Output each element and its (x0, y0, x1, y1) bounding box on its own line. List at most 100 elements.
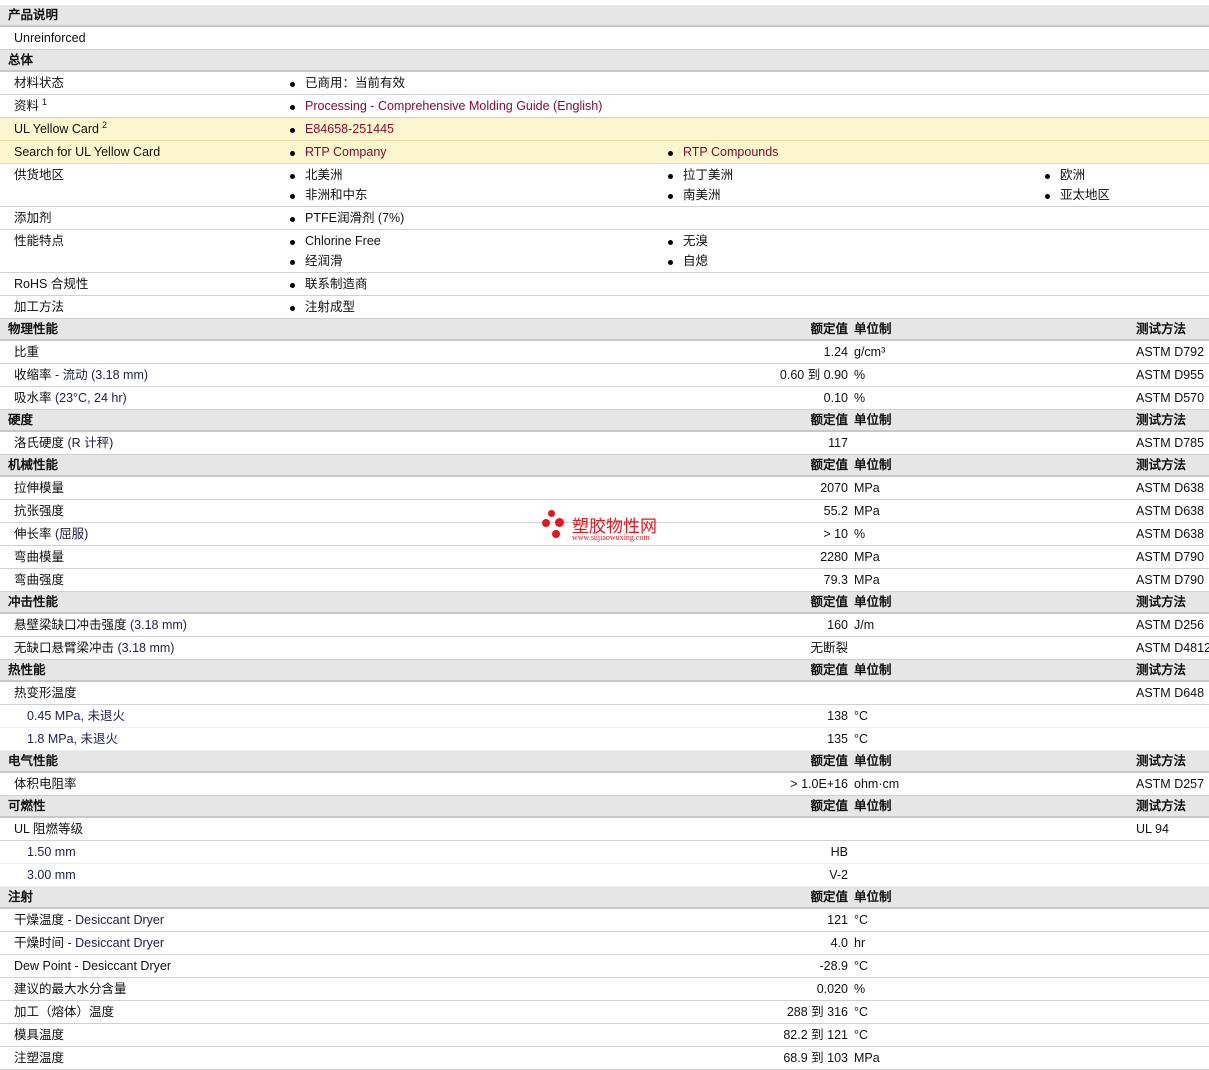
property-value: 4.0 (830, 936, 848, 950)
property-value: 0.10 (823, 391, 848, 405)
property-row: 干燥时间 - Desiccant Dryer 4.0 hr (0, 932, 1209, 955)
list-item: PTFE润滑剂 (7%) (289, 208, 404, 228)
unit-column-header: 单位制 (854, 754, 892, 768)
list-item: 南美洲 (668, 185, 721, 205)
section-header: 注射 额定值 单位制 (0, 887, 1209, 909)
general-row-label: 资料 1 (14, 95, 47, 117)
section-title: 产品说明 (8, 8, 59, 22)
test-method: ASTM D4812 (1136, 641, 1209, 655)
value-column-header: 额定值 (810, 322, 848, 336)
property-unit: MPa (854, 1051, 880, 1065)
property-label: 抗张强度 (14, 500, 64, 522)
property-label: 3.00 mm (27, 864, 76, 886)
property-condition: (23°C, 24 hr) (51, 391, 127, 405)
unit-column-header: 单位制 (854, 890, 892, 904)
general-row-label: 加工方法 (14, 296, 64, 318)
property-unit: °C (854, 732, 869, 746)
property-unit: °C (854, 1005, 869, 1019)
label-text: 资料 (14, 99, 40, 113)
property-row: 1.50 mm HB (0, 841, 1209, 864)
label-text: 供货地区 (14, 168, 65, 182)
label-text: Search for UL Yellow Card (14, 145, 161, 159)
section-title: 电气性能 (8, 754, 59, 768)
property-name: 热变形温度 (14, 686, 77, 700)
link-item[interactable]: Processing - Comprehensive Molding Guide… (289, 96, 602, 116)
test-method: ASTM D785 (1136, 436, 1205, 450)
property-label: 弯曲模量 (14, 546, 64, 568)
property-label: 弯曲强度 (14, 569, 64, 591)
label-text: 性能特点 (14, 234, 65, 248)
property-row: 弯曲模量 2280 MPa ASTM D790 (0, 546, 1209, 569)
section-title: 可燃性 (8, 799, 46, 813)
property-row: 注塑温度 68.9 到 103 MPa (0, 1047, 1209, 1070)
property-name: Dew Point - Desiccant Dryer (14, 959, 171, 973)
list-item: 自熄 (667, 251, 708, 271)
property-label: 建议的最大水分含量 (14, 978, 127, 1000)
list-item: 欧洲 (1044, 165, 1085, 185)
property-name: 无缺口悬臂梁冲击 (14, 641, 115, 655)
unit-column-header: 单位制 (854, 322, 892, 336)
unit-column-header: 单位制 (854, 413, 892, 427)
general-row: 资料 1 Processing - Comprehensive Molding Gu… (0, 95, 1209, 118)
test-method-column-header: 测试方法 (1136, 799, 1187, 813)
property-value: 55.2 (823, 504, 848, 518)
property-label: 注塑温度 (14, 1047, 64, 1069)
property-value: 0.60 到 0.90 (779, 368, 848, 382)
section-header-product: 产品说明 (0, 5, 1209, 27)
test-method: ASTM D638 (1136, 481, 1205, 495)
property-name: UL 阻燃等级 (14, 822, 83, 836)
property-unit: % (854, 527, 866, 541)
property-unit: MPa (854, 573, 880, 587)
list-item: Chlorine Free (290, 231, 381, 251)
property-condition: (屈服) (51, 527, 89, 541)
property-value: 82.2 到 121 (783, 1028, 848, 1042)
general-row-label: 添加剂 (14, 207, 52, 229)
property-row: 体积电阻率 > 1.0E+16 ohm·cm ASTM D257 (0, 773, 1209, 796)
link-item[interactable]: RTP Company (290, 142, 387, 162)
test-method: ASTM D638 (1136, 527, 1205, 541)
general-row: 供货地区 北美洲 非洲和中东 拉丁美洲 南美洲 欧洲 亚太地区 (0, 164, 1209, 207)
property-name: 干燥温度 (14, 913, 65, 927)
property-value: V-2 (829, 868, 848, 882)
property-label: 体积电阻率 (14, 773, 77, 795)
property-value: 160 (827, 618, 848, 632)
property-row: 干燥温度 - Desiccant Dryer 121 °C (0, 909, 1209, 932)
property-name: 伸长率 (14, 527, 52, 541)
property-value: 1.24 (823, 345, 848, 359)
property-row: 比重 1.24 g/cm³ ASTM D792 (0, 341, 1209, 364)
general-row-label: UL Yellow Card 2 (14, 118, 107, 140)
test-method: ASTM D790 (1136, 573, 1205, 587)
property-unit: % (854, 368, 866, 382)
section-title: 冲击性能 (8, 595, 59, 609)
property-name: 体积电阻率 (14, 777, 77, 791)
section-header: 可燃性 额定值 单位制 测试方法 (0, 796, 1209, 818)
property-name: 吸水率 (14, 391, 52, 405)
property-value: 121 (827, 913, 848, 927)
property-unit: °C (854, 709, 869, 723)
link-item[interactable]: E84658-251445 (290, 119, 394, 139)
property-name: 0.45 MPa, 未退火 (27, 709, 125, 723)
property-name: 模具温度 (14, 1028, 65, 1042)
property-label: UL 阻燃等级 (14, 818, 83, 840)
property-label: 0.45 MPa, 未退火 (27, 705, 125, 727)
test-method-column-header: 测试方法 (1136, 458, 1187, 472)
property-unit: % (854, 391, 866, 405)
section-header: 冲击性能 额定值 单位制 测试方法 (0, 592, 1209, 614)
label-text: RoHS 合规性 (14, 277, 89, 291)
section-title: 注射 (8, 890, 34, 904)
value-column-header: 额定值 (810, 595, 848, 609)
value-column-header: 额定值 (810, 663, 848, 677)
property-label: 伸长率 (屈服) (14, 523, 88, 545)
property-value: 117 (828, 436, 848, 450)
property-row: UL 阻燃等级 UL 94 (0, 818, 1209, 841)
general-row-label: 性能特点 (14, 230, 64, 252)
property-label: 加工（熔体）温度 (14, 1001, 114, 1023)
property-row: 热变形温度 ASTM D648 (0, 682, 1209, 705)
general-row: 加工方法 注射成型 (0, 296, 1209, 319)
property-value: 2280 (820, 550, 848, 564)
product-description-row: Unreinforced (0, 27, 1209, 50)
property-name: 比重 (14, 345, 40, 359)
link-item[interactable]: RTP Compounds (667, 142, 778, 162)
section-header-general: 总体 (0, 50, 1209, 72)
property-row: 洛氏硬度 (R 计秤) 117 ASTM D785 (0, 432, 1209, 455)
